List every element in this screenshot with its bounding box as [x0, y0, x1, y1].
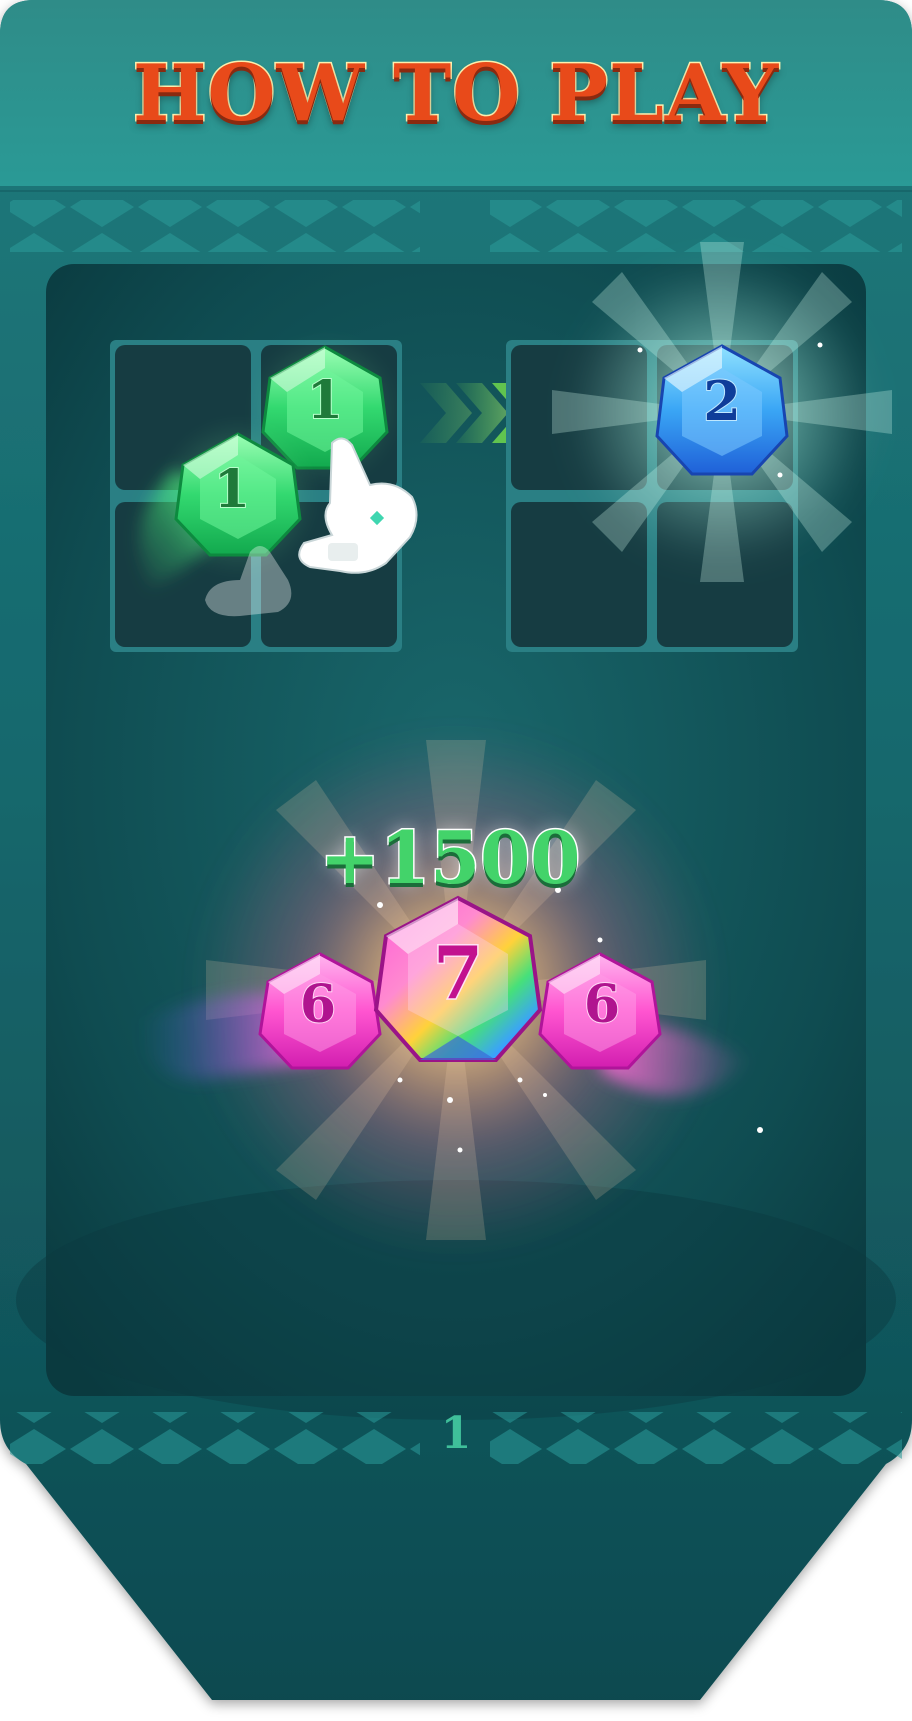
page-number: 1 — [440, 1408, 472, 1459]
gem-1-moving-label: 1 — [214, 459, 250, 520]
page-title: HOW TO PLAY — [131, 47, 780, 141]
gem-7-label: 7 — [433, 930, 483, 1015]
gem-1-top-label: 1 — [307, 370, 343, 431]
gem-2-label: 2 — [703, 369, 741, 433]
combo-score: +1500 — [318, 814, 582, 902]
gem-6-left-label: 6 — [300, 974, 336, 1035]
gem-6-right-label: 6 — [584, 974, 620, 1035]
